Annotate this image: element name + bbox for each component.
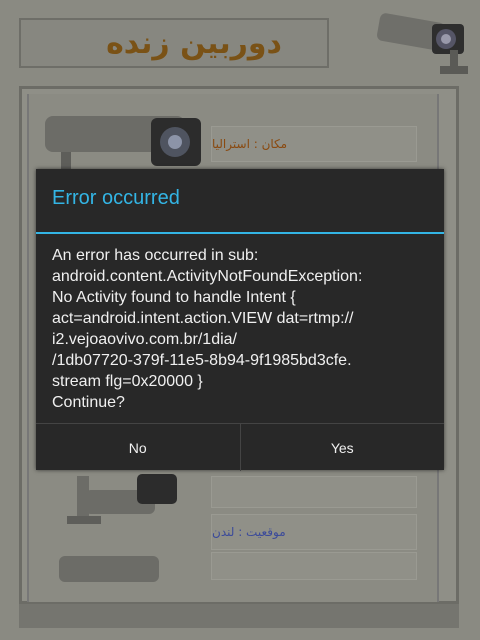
dialog-title: Error occurred xyxy=(52,187,180,209)
dialog-title-divider xyxy=(36,232,444,234)
list-item[interactable]: موقعیت : لندن xyxy=(27,470,435,560)
row-location-label: موقعیت : لندن xyxy=(211,514,417,550)
no-button[interactable]: No xyxy=(36,424,240,471)
error-dialog: Error occurred An error has occurred in … xyxy=(36,169,444,471)
dialog-message: An error has occurred in sub: android.co… xyxy=(52,247,363,411)
security-camera-icon xyxy=(67,474,177,524)
yes-button[interactable]: Yes xyxy=(239,424,445,471)
row-label-empty xyxy=(211,476,417,508)
app-title-bar: دوربین زنده xyxy=(19,18,329,68)
security-camera-icon xyxy=(377,13,468,74)
location-text: موقعیت : لندن xyxy=(212,525,286,539)
dialog-button-bar: No Yes xyxy=(36,423,444,471)
bottom-bar xyxy=(19,604,459,628)
row-location-label: مکان : استرالیا xyxy=(211,126,417,162)
security-camera-icon xyxy=(59,556,159,582)
location-text: مکان : استرالیا xyxy=(212,137,288,151)
security-camera-icon xyxy=(45,116,201,174)
app-title: دوربین زنده xyxy=(106,25,282,61)
list-item[interactable] xyxy=(27,552,435,598)
row-label-empty xyxy=(211,552,417,580)
